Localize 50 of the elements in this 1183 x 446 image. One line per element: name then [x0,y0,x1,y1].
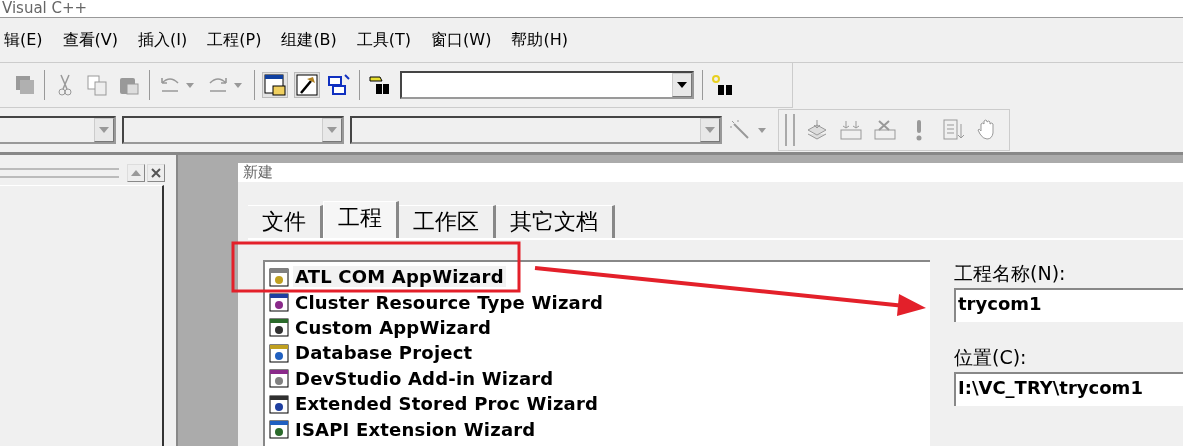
dropdown-arrow-icon [99,127,109,133]
project-type-item[interactable]: Custom AppWizard [293,316,494,338]
wizard-icon [267,417,291,442]
window-title: Visual C++ [2,0,89,16]
input-field[interactable]: trycom1 [954,288,1183,322]
dialog-title: 新建 [243,163,273,182]
find-combo[interactable] [400,71,694,99]
maximize-button[interactable] [127,164,145,182]
class-combo[interactable] [0,116,116,144]
dropdown-arrow-icon [705,127,715,133]
delete-icon[interactable] [873,118,897,142]
menu-item[interactable]: 窗口(W) [429,29,494,51]
field-label: 工程名称(N): [954,261,1067,286]
menu-item[interactable]: 辑(E) [2,29,45,51]
menu-item[interactable]: 查看(V) [60,29,121,51]
close-button[interactable] [147,164,165,182]
input-field[interactable]: I:\VC_TRY\trycom1 [954,372,1183,406]
document-icon[interactable] [941,118,965,142]
grid-icon[interactable] [839,118,863,142]
field-label: 位置(C): [954,345,1028,370]
dropdown-arrow-icon [677,82,687,88]
windows-icon[interactable] [327,73,351,97]
tab[interactable]: 工作区 [399,205,496,238]
up-arrow-icon [131,170,141,176]
project-type-item[interactable]: Extended Stored Proc Wizard [293,393,601,415]
menu-item[interactable]: 组建(B) [279,29,339,51]
menu-item[interactable]: 帮助(H) [509,29,570,51]
wizard-icon [267,315,291,340]
dropdown-arrow-icon [327,127,337,133]
panel-grip[interactable] [0,168,119,178]
menu-item[interactable]: 插入(I) [136,29,190,51]
toolbar-grip[interactable] [785,114,795,146]
close-icon [151,168,161,178]
stack-icon[interactable] [805,118,829,142]
project-type-item[interactable]: Cluster Resource Type Wizard [293,291,606,313]
project-type-item[interactable]: DevStudio Add-in Wizard [293,367,556,389]
project-type-item[interactable]: ISAPI Extension Wizard [293,418,538,440]
workspace-icon[interactable] [263,73,287,97]
project-type-item[interactable]: ATL COM AppWizard [293,266,506,288]
menu-item[interactable]: 工具(T) [354,29,414,51]
filter-combo[interactable] [122,116,344,144]
wizard-icon [267,366,291,391]
tab[interactable]: 工程 [323,201,399,238]
tab[interactable]: 其它文档 [496,205,615,238]
project-type-item[interactable]: Database Project [293,342,475,364]
menu-item[interactable]: 工程(P) [205,29,264,51]
wizard-icon [267,290,291,315]
project-type-list[interactable]: ATL COM AppWizard Cluster Resource Type Wizard Custom AppWizard Database Project DevStudio Add-in Wizard Extended Stored Proc Wizard ISAPI Extension Wizard [263,260,930,446]
copy-icon[interactable] [85,73,109,97]
member-combo[interactable] [350,116,722,144]
